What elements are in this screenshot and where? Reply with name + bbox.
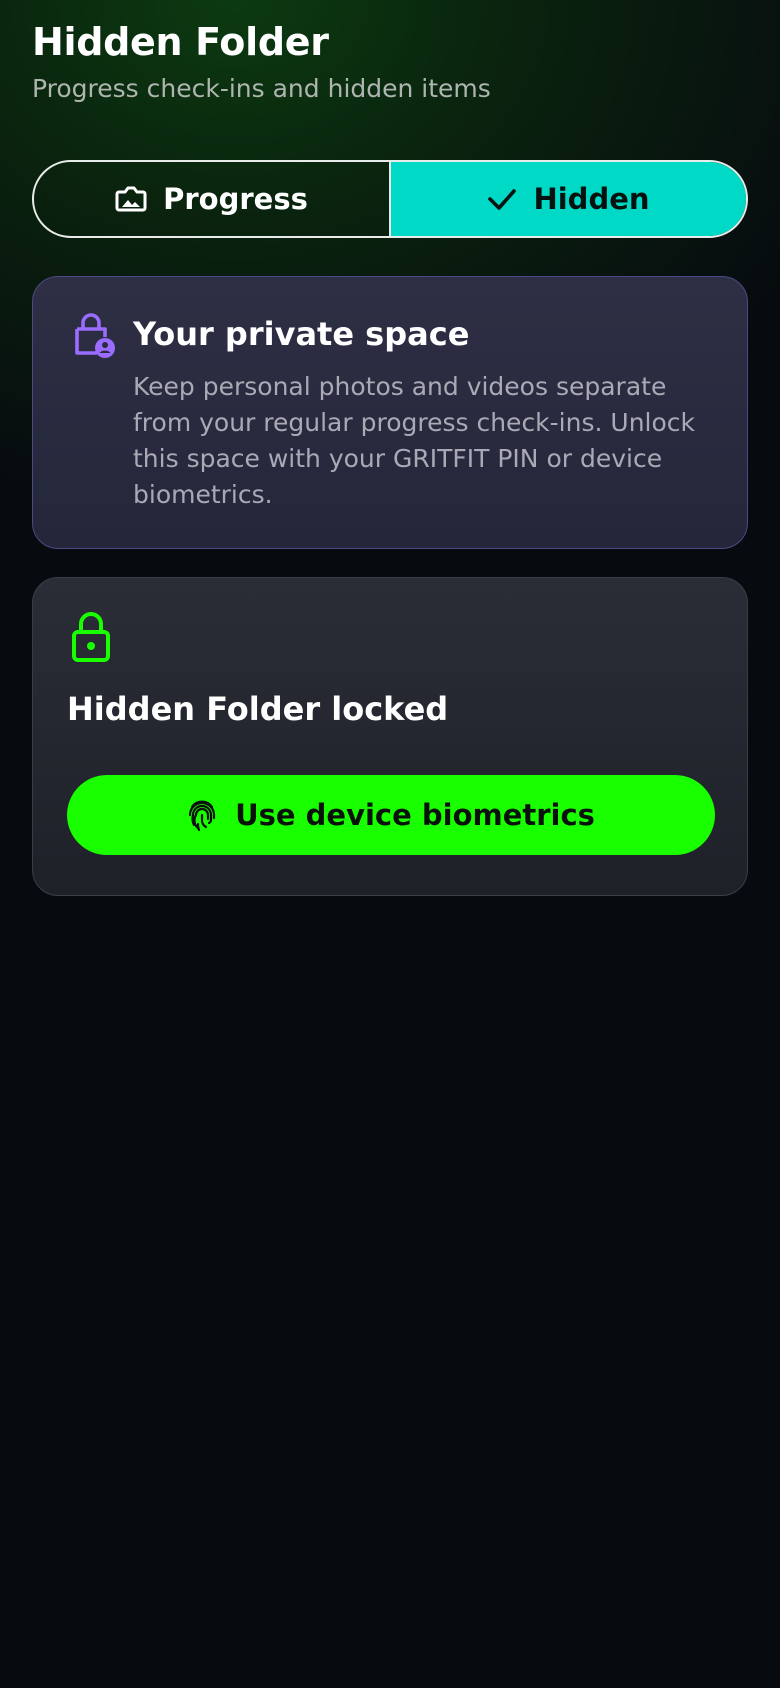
use-biometrics-button[interactable]: Use device biometrics	[67, 775, 715, 855]
private-space-description: Keep personal photos and videos separate…	[133, 372, 695, 509]
padlock-icon	[71, 612, 111, 668]
check-icon	[487, 186, 517, 212]
page-title: Hidden Folder	[32, 20, 329, 64]
folder-tab-switcher: Progress Hidden	[32, 160, 748, 238]
fingerprint-icon	[187, 799, 217, 831]
private-space-title: Your private space	[133, 315, 470, 353]
locked-folder-title: Hidden Folder locked	[67, 690, 449, 728]
hidden-folder-screen: Hidden Folder Progress check-ins and hid…	[0, 0, 780, 1688]
tab-progress-label: Progress	[163, 182, 308, 216]
lock-person-icon	[71, 311, 117, 363]
private-space-card: Your private space Keep personal photos …	[32, 276, 748, 549]
use-biometrics-label: Use device biometrics	[235, 798, 595, 832]
photo-icon	[115, 184, 147, 214]
locked-folder-card: Hidden Folder locked Use device biometri…	[32, 577, 748, 896]
tab-hidden-label: Hidden	[533, 182, 650, 216]
tab-hidden[interactable]: Hidden	[391, 162, 746, 236]
tab-progress[interactable]: Progress	[34, 162, 391, 236]
page-subtitle: Progress check-ins and hidden items	[32, 74, 491, 103]
